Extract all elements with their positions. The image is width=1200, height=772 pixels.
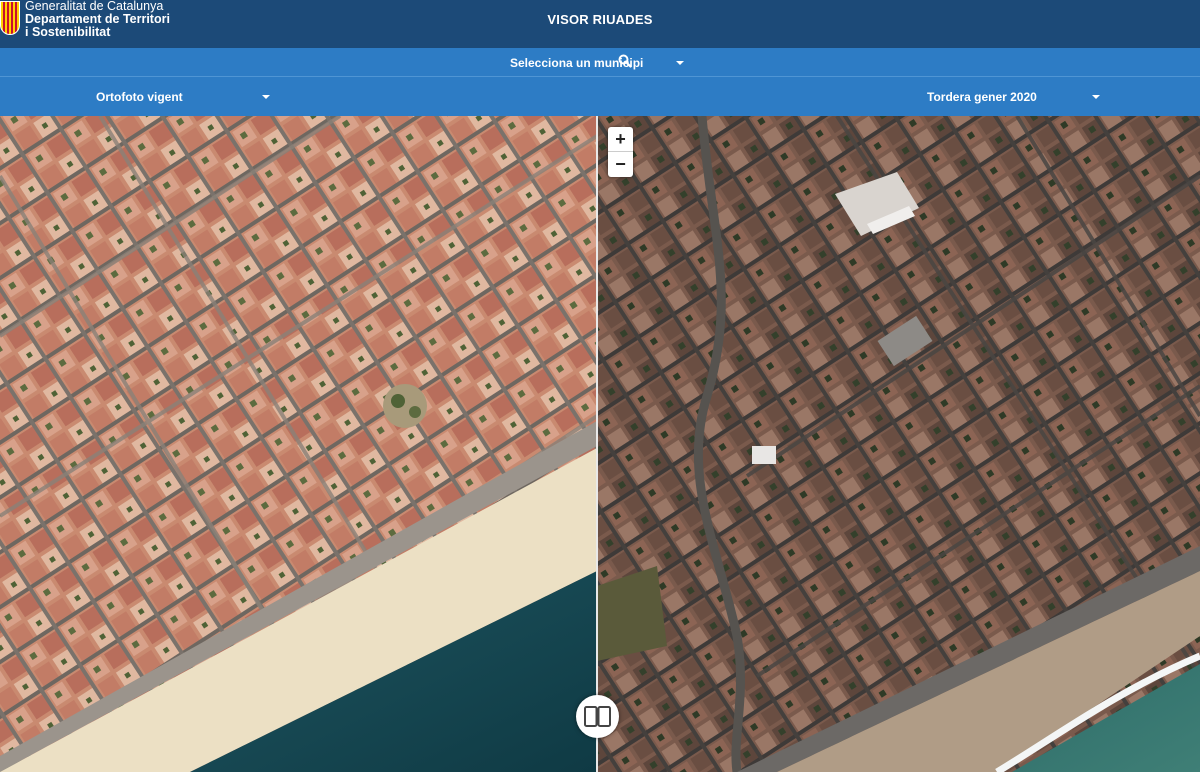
logo-line-3: i Sostenibilitat bbox=[25, 25, 111, 39]
left-layer-label: Ortofoto vigent bbox=[96, 90, 183, 104]
right-orthophoto bbox=[597, 116, 1200, 772]
split-view-icon bbox=[584, 706, 611, 727]
app-title: VISOR RIUADES bbox=[547, 12, 653, 27]
chevron-down-icon bbox=[676, 61, 684, 65]
chevron-down-icon bbox=[1092, 95, 1100, 99]
right-map-pane[interactable] bbox=[597, 116, 1200, 772]
zoom-in-button[interactable]: + bbox=[608, 127, 633, 152]
layer-bar: Ortofoto vigent Tordera gener 2020 bbox=[0, 77, 1200, 116]
left-orthophoto bbox=[0, 116, 597, 772]
right-layer-label: Tordera gener 2020 bbox=[927, 90, 1037, 104]
top-header: Generalitat de Catalunya Departament de … bbox=[0, 0, 1200, 48]
map-viewer[interactable] bbox=[0, 116, 1200, 772]
split-view-button[interactable] bbox=[576, 695, 619, 738]
chevron-down-icon bbox=[262, 95, 270, 99]
right-layer-select[interactable]: Tordera gener 2020 bbox=[910, 87, 1110, 107]
municipality-bar: Selecciona un municipi bbox=[0, 48, 1200, 77]
municipality-select[interactable]: Selecciona un municipi bbox=[500, 52, 700, 73]
zoom-control: + − bbox=[608, 127, 633, 177]
left-layer-select[interactable]: Ortofoto vigent bbox=[80, 87, 280, 107]
left-map-pane[interactable] bbox=[0, 116, 597, 772]
swipe-divider[interactable] bbox=[596, 116, 598, 772]
zoom-out-button[interactable]: − bbox=[608, 152, 633, 177]
search-icon bbox=[618, 54, 632, 68]
